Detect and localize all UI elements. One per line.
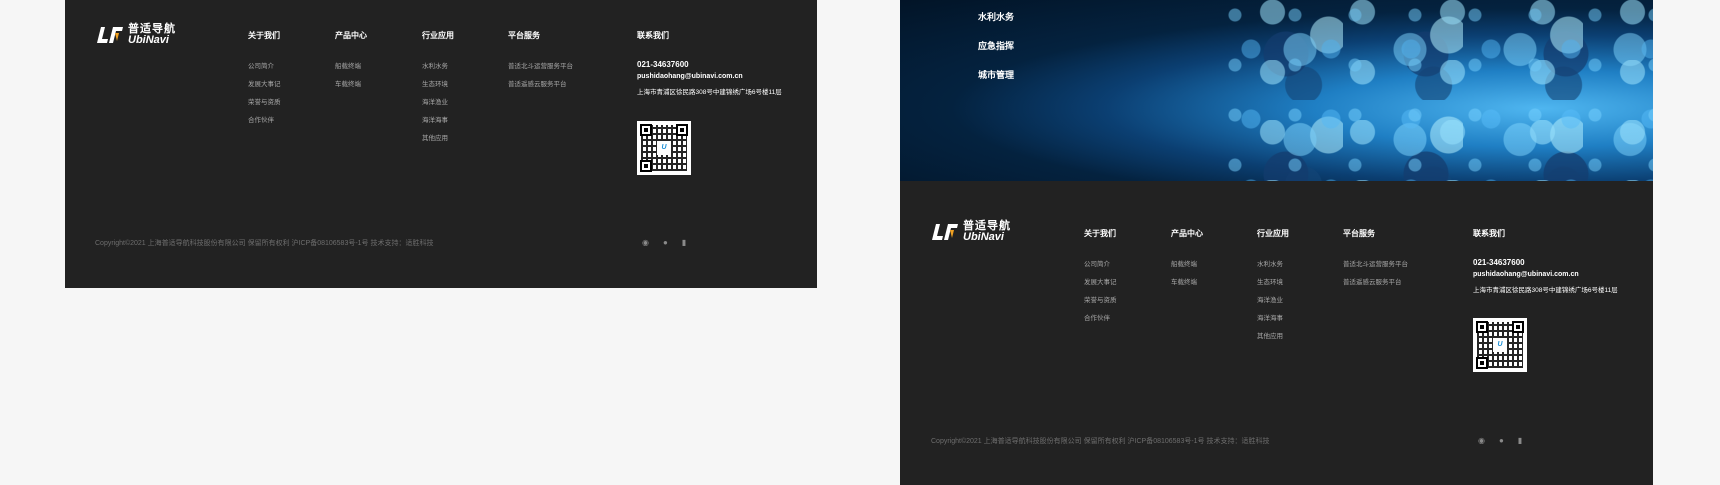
link-partners[interactable]: 合作伙伴 xyxy=(1084,312,1117,330)
col-about-title[interactable]: 关于我们 xyxy=(1084,228,1117,239)
right-page: 水利水务 应急指挥 城市管理 普适导航 UbiNavi 关于我们 公司简介 发展… xyxy=(900,0,1653,485)
link-fishery[interactable]: 海洋渔业 xyxy=(422,96,454,114)
col-contact: 联系我们 021-34637600 pushidaohang@ubinavi.c… xyxy=(637,30,782,96)
col-contact-right: 联系我们 021-34637600 pushidaohang@ubinavi.c… xyxy=(1473,228,1618,294)
link-honors[interactable]: 荣誉与资质 xyxy=(248,96,281,114)
link-water[interactable]: 水利水务 xyxy=(1257,258,1289,276)
logo-mark-icon xyxy=(97,27,123,43)
col-about: 关于我们 公司简介 发展大事记 荣誉与资质 合作伙伴 xyxy=(248,30,281,132)
contact-phone[interactable]: 021-34637600 xyxy=(1473,258,1618,271)
contact-email[interactable]: pushidaohang@ubinavi.com.cn xyxy=(1473,271,1618,284)
wechat-icon[interactable]: ● xyxy=(1499,436,1504,445)
hero-menu-emergency[interactable]: 应急指挥 xyxy=(978,39,1014,68)
link-partners[interactable]: 合作伙伴 xyxy=(248,114,281,132)
qr-logo-icon: U xyxy=(1493,338,1507,352)
link-beidou-platform[interactable]: 普适北斗运营服务平台 xyxy=(1343,258,1408,276)
col-products-right: 产品中心 船载终端 车载终端 xyxy=(1171,228,1203,294)
col-products: 产品中心 船载终端 车载终端 xyxy=(335,30,367,96)
contact-phone[interactable]: 021-34637600 xyxy=(637,60,782,73)
link-ship-terminal[interactable]: 船载终端 xyxy=(335,60,367,78)
link-vehicle-terminal[interactable]: 车载终端 xyxy=(335,78,367,96)
col-about-title[interactable]: 关于我们 xyxy=(248,30,281,41)
col-contact-title: 联系我们 xyxy=(1473,229,1505,238)
col-products-title[interactable]: 产品中心 xyxy=(1171,228,1203,239)
col-industry: 行业应用 水利水务 生态环境 海洋渔业 海洋海事 其他应用 xyxy=(422,30,454,150)
link-milestones[interactable]: 发展大事记 xyxy=(248,78,281,96)
link-company-intro[interactable]: 公司简介 xyxy=(1084,258,1117,276)
link-other[interactable]: 其他应用 xyxy=(422,132,454,150)
hero-banner: 水利水务 应急指挥 城市管理 xyxy=(900,0,1653,181)
link-water[interactable]: 水利水务 xyxy=(422,60,454,78)
copyright: Copyright©2021 上海普适导航科技股份有限公司 保留所有权利 沪IC… xyxy=(931,438,1270,445)
logo-mark-icon xyxy=(932,224,958,240)
contact-address: 上海市青浦区徐民路308号中建锦绣广场6号楼11层 xyxy=(1473,287,1618,294)
contact-email[interactable]: pushidaohang@ubinavi.com.cn xyxy=(637,73,782,86)
footer-logo-right[interactable]: 普适导航 UbiNavi xyxy=(930,221,1011,243)
hero-menu: 水利水务 应急指挥 城市管理 xyxy=(978,10,1014,97)
link-remote-sensing-platform[interactable]: 普适遥感云服务平台 xyxy=(508,78,573,96)
col-industry-title[interactable]: 行业应用 xyxy=(422,30,454,41)
copyright: Copyright©2021 上海普适导航科技股份有限公司 保留所有权利 沪IC… xyxy=(95,240,434,247)
hero-menu-city[interactable]: 城市管理 xyxy=(978,68,1014,97)
link-fishery[interactable]: 海洋渔业 xyxy=(1257,294,1289,312)
link-maritime[interactable]: 海洋海事 xyxy=(422,114,454,132)
hero-menu-water[interactable]: 水利水务 xyxy=(978,10,1014,39)
logo-en: UbiNavi xyxy=(128,34,169,46)
link-maritime[interactable]: 海洋海事 xyxy=(1257,312,1289,330)
col-industry-title[interactable]: 行业应用 xyxy=(1257,228,1289,239)
link-beidou-platform[interactable]: 普适北斗运营服务平台 xyxy=(508,60,573,78)
col-products-title[interactable]: 产品中心 xyxy=(335,30,367,41)
footer-logo[interactable]: 普适导航 UbiNavi xyxy=(95,24,176,46)
link-ship-terminal[interactable]: 船载终端 xyxy=(1171,258,1203,276)
link-other[interactable]: 其他应用 xyxy=(1257,330,1289,348)
qr-logo-icon: U xyxy=(657,141,671,155)
link-honors[interactable]: 荣誉与资质 xyxy=(1084,294,1117,312)
lock-icon[interactable]: ▮ xyxy=(682,238,686,247)
wechat-icon[interactable]: ● xyxy=(663,238,668,247)
col-industry-right: 行业应用 水利水务 生态环境 海洋渔业 海洋海事 其他应用 xyxy=(1257,228,1289,348)
logo-en: UbiNavi xyxy=(963,231,1004,243)
col-platform-title[interactable]: 平台服务 xyxy=(1343,228,1408,239)
link-ecology[interactable]: 生态环境 xyxy=(1257,276,1289,294)
link-remote-sensing-platform[interactable]: 普适遥感云服务平台 xyxy=(1343,276,1408,294)
lock-icon[interactable]: ▮ xyxy=(1518,436,1522,445)
link-company-intro[interactable]: 公司简介 xyxy=(248,60,281,78)
link-vehicle-terminal[interactable]: 车载终端 xyxy=(1171,276,1203,294)
social-links: ◉ ● ▮ xyxy=(642,238,686,247)
col-platform-right: 平台服务 普适北斗运营服务平台 普适遥感云服务平台 xyxy=(1343,228,1408,294)
col-platform: 平台服务 普适北斗运营服务平台 普适遥感云服务平台 xyxy=(508,30,573,96)
col-platform-title[interactable]: 平台服务 xyxy=(508,30,573,41)
qr-code: U xyxy=(1473,318,1527,372)
weibo-icon[interactable]: ◉ xyxy=(1478,436,1485,445)
social-links: ◉ ● ▮ xyxy=(1478,436,1522,445)
weibo-icon[interactable]: ◉ xyxy=(642,238,649,247)
qr-code: U xyxy=(637,121,691,175)
link-milestones[interactable]: 发展大事记 xyxy=(1084,276,1117,294)
link-ecology[interactable]: 生态环境 xyxy=(422,78,454,96)
contact-address: 上海市青浦区徐民路308号中建锦绣广场6号楼11层 xyxy=(637,89,782,96)
footer-left: 普适导航 UbiNavi 关于我们 公司简介 发展大事记 荣誉与资质 合作伙伴 … xyxy=(65,0,817,288)
col-contact-title: 联系我们 xyxy=(637,31,669,40)
col-about-right: 关于我们 公司简介 发展大事记 荣誉与资质 合作伙伴 xyxy=(1084,228,1117,330)
